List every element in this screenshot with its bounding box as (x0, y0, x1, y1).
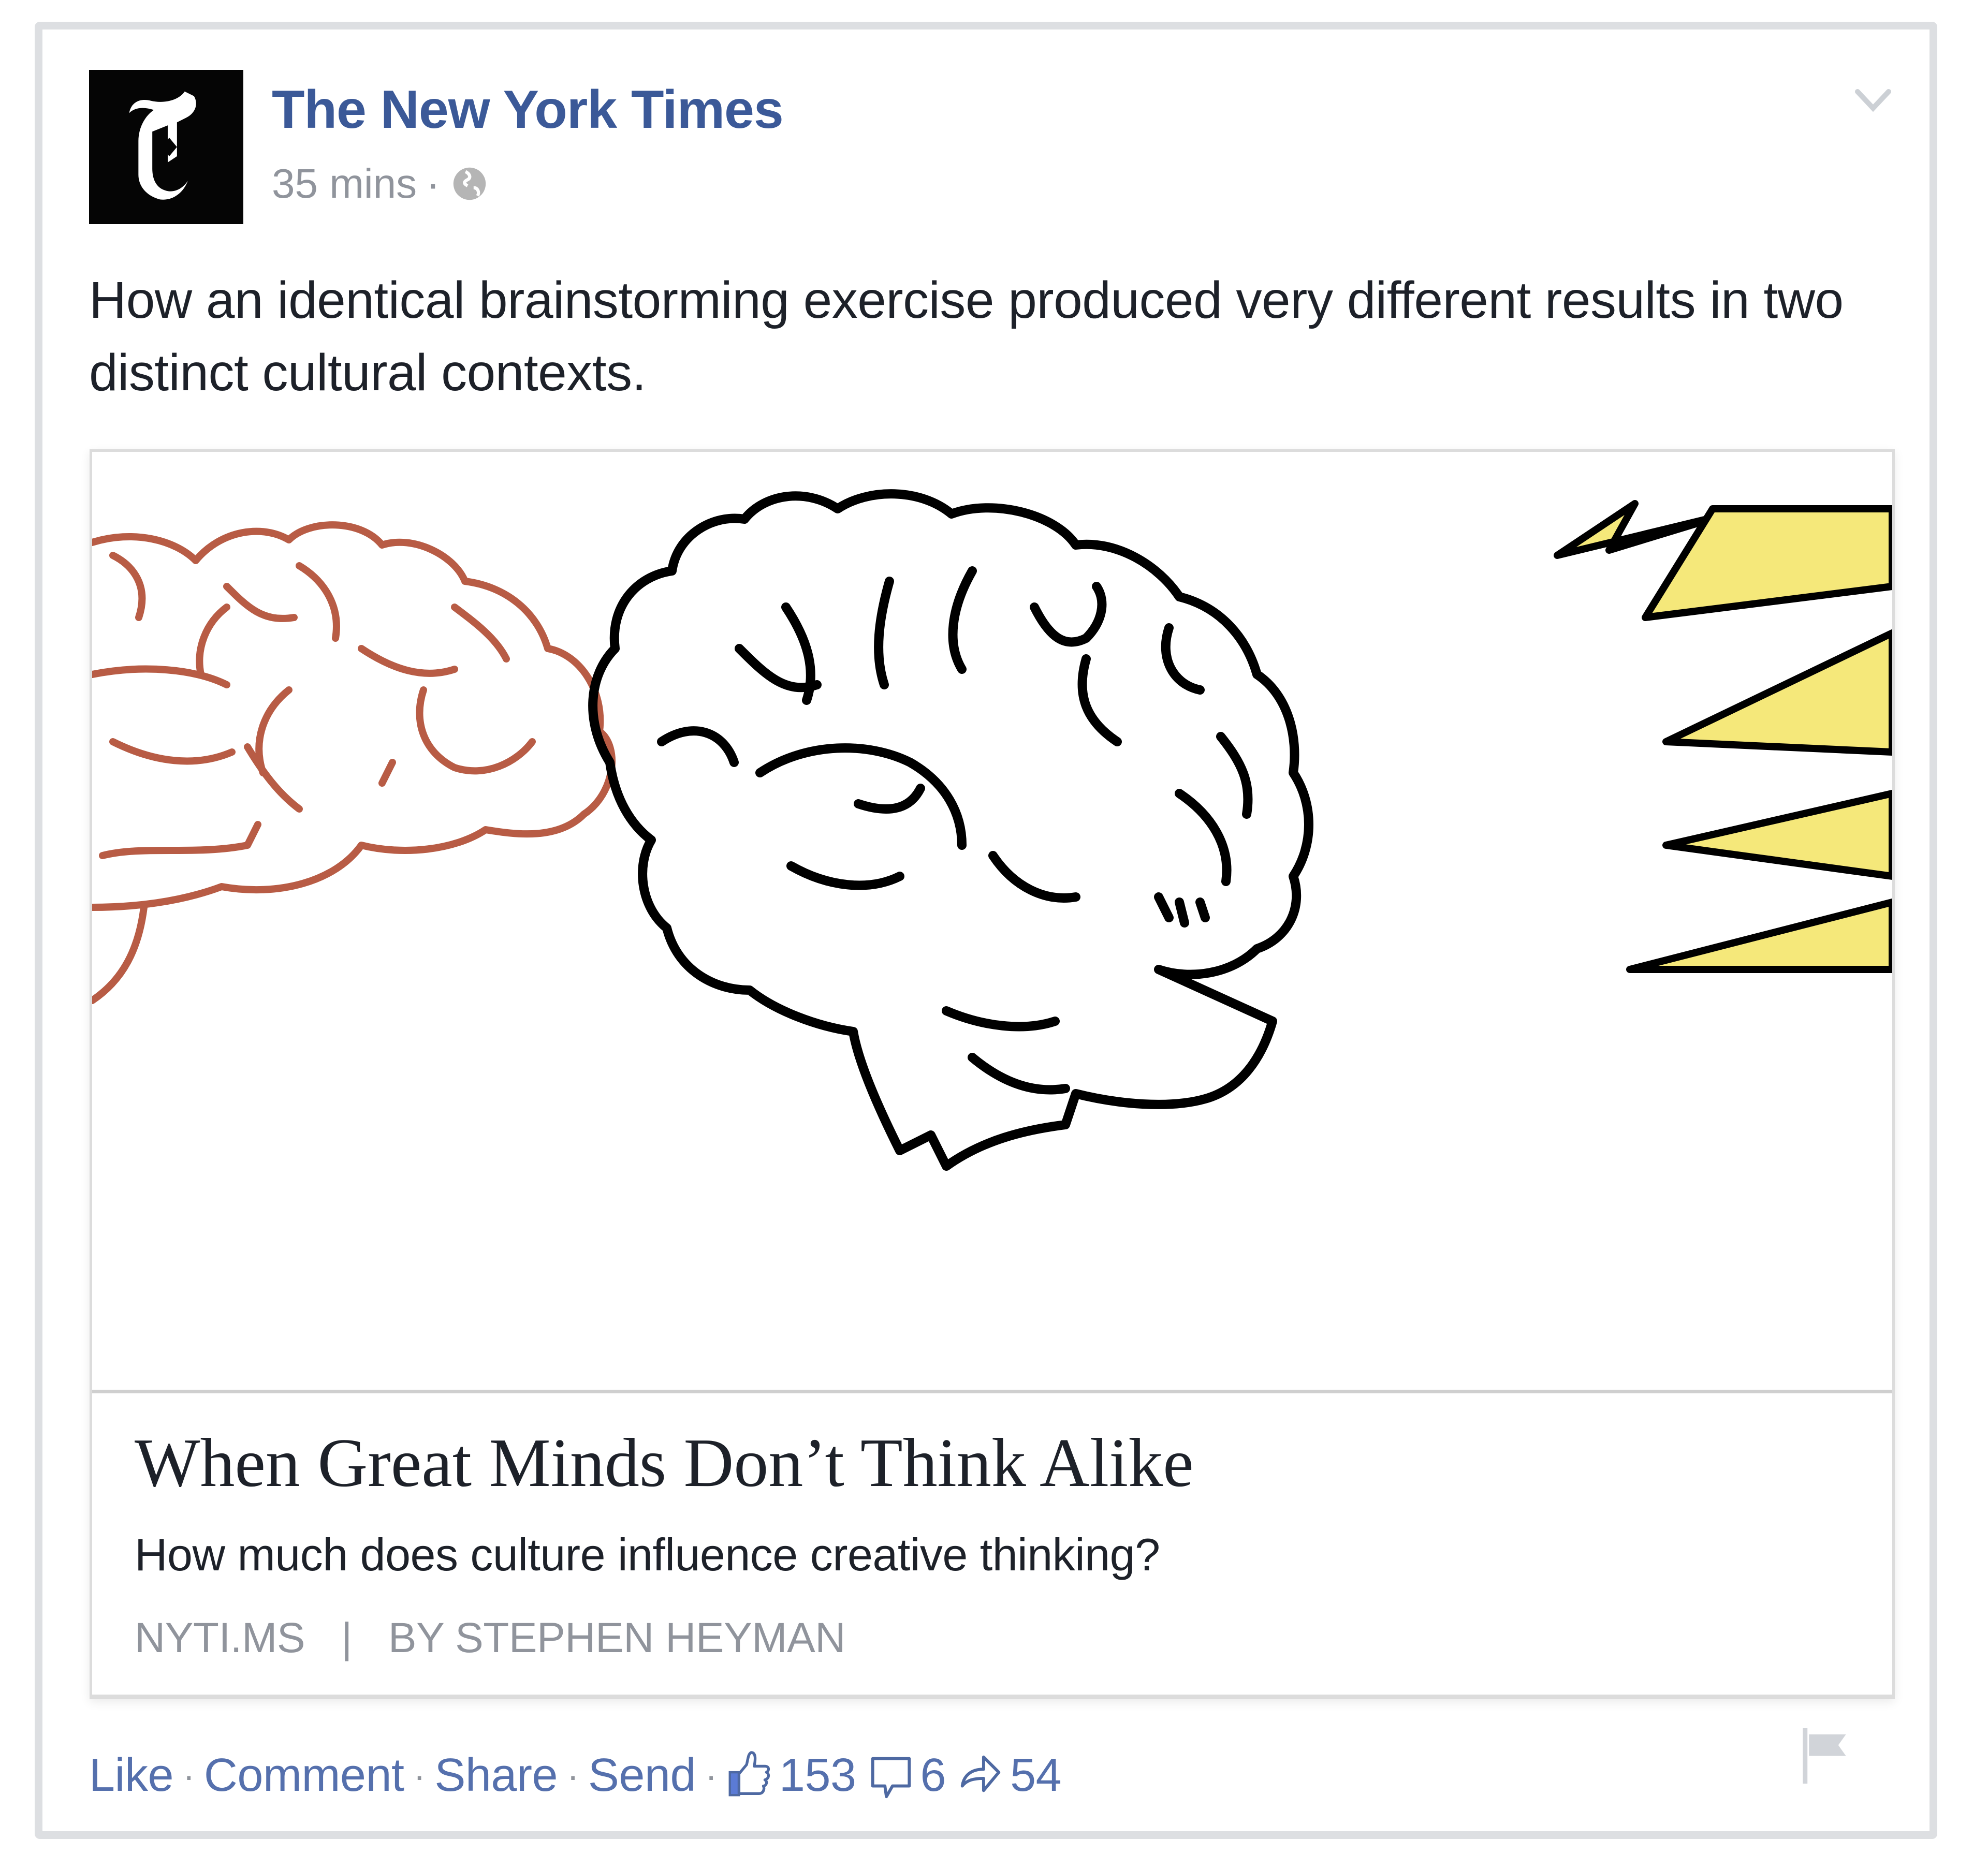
post-timestamp[interactable]: 35 mins (272, 163, 417, 204)
terracotta-brain-illustration (92, 521, 616, 1004)
post-meta: 35 mins · (272, 163, 490, 204)
globe-icon[interactable] (449, 164, 490, 204)
link-title[interactable]: When Great Minds Don’t Think Alike (135, 1424, 1194, 1501)
link-preview-image[interactable] (92, 452, 1892, 1393)
link-byline: BY STEPHEN HEYMAN (388, 1614, 846, 1661)
send-button[interactable]: Send (588, 1749, 696, 1802)
nyt-logo-icon (129, 91, 196, 200)
comment-bubble-icon[interactable] (868, 1749, 914, 1801)
link-preview[interactable]: When Great Minds Don’t Think Alike How m… (90, 449, 1895, 1699)
link-meta: NYTI.MS | BY STEPHEN HEYMAN (135, 1614, 845, 1662)
comment-count[interactable]: 6 (920, 1749, 946, 1802)
page-avatar[interactable] (89, 70, 243, 224)
comment-button[interactable]: Comment (204, 1749, 404, 1802)
link-domain: NYTI.MS (135, 1614, 305, 1661)
chevron-down-icon[interactable] (1852, 85, 1894, 116)
action-separator: · (705, 1755, 717, 1796)
action-separator: · (183, 1755, 195, 1796)
like-button[interactable]: Like (89, 1749, 174, 1802)
share-arrow-icon[interactable] (957, 1749, 1004, 1801)
action-bar: Like · Comment · Share · Send · 153 6 54 (89, 1747, 1073, 1804)
flag-icon[interactable] (1796, 1724, 1851, 1788)
action-separator: · (567, 1755, 579, 1796)
like-count[interactable]: 153 (779, 1749, 856, 1802)
black-brain-illustration (588, 489, 1313, 1171)
share-count[interactable]: 54 (1010, 1749, 1062, 1802)
meta-pipe: | (341, 1614, 352, 1661)
meta-separator: · (426, 160, 440, 207)
thumbs-up-icon[interactable] (726, 1749, 773, 1801)
page-name-link[interactable]: The New York Times (272, 78, 784, 142)
link-description: How much does culture influence creative… (135, 1529, 1160, 1580)
action-separator: · (413, 1755, 426, 1796)
share-button[interactable]: Share (434, 1749, 558, 1802)
yellow-rays-illustration (1554, 500, 1892, 973)
post-text: How an identical brainstorming exercise … (89, 271, 1844, 402)
